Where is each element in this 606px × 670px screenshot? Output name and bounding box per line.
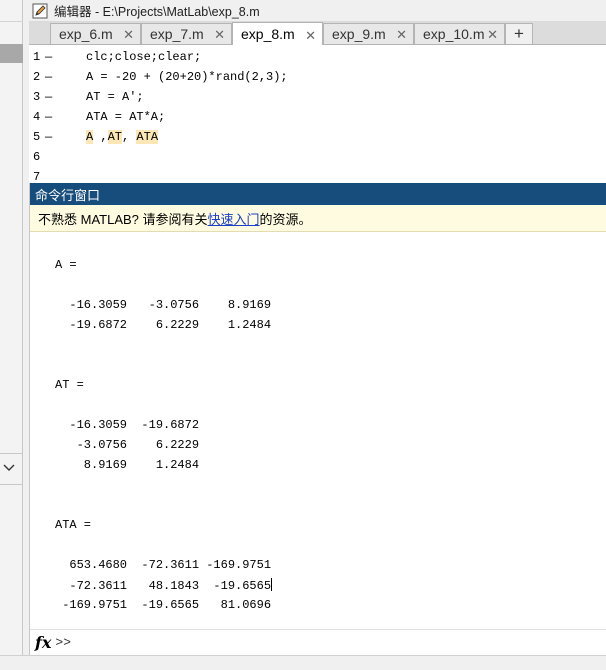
- text-cursor: [271, 578, 273, 591]
- code-line[interactable]: 4 — ATA = AT*A;: [29, 107, 606, 127]
- command-output[interactable]: A = -16.3059 -3.0756 8.9169 -19.6872 6.2…: [30, 233, 606, 628]
- code-text: ATA = AT*A;: [86, 110, 166, 124]
- code-text: A = -20 + (20+20)*rand(2,3);: [86, 70, 288, 84]
- tab-label: exp_9.m: [332, 26, 386, 42]
- code-line[interactable]: 2 — A = -20 + (20+20)*rand(2,3);: [29, 67, 606, 87]
- line-number: 3: [33, 90, 41, 104]
- close-icon[interactable]: ✕: [214, 28, 225, 41]
- tab-label: exp_7.m: [150, 26, 204, 42]
- code-line[interactable]: 7: [29, 167, 606, 182]
- tab-label: exp_6.m: [59, 26, 113, 42]
- prompt-symbol: >>: [55, 635, 72, 650]
- code-punctuation: ,: [122, 130, 137, 144]
- output-line: -16.3059 -19.6872: [55, 418, 200, 432]
- code-line[interactable]: 6: [29, 147, 606, 167]
- command-window-title: 命令行窗口: [30, 183, 606, 205]
- output-line: -3.0756 6.2229: [55, 438, 200, 452]
- output-line: -169.9751 -19.6565 81.0696: [55, 598, 272, 612]
- close-icon[interactable]: ✕: [123, 28, 134, 41]
- left-panel-strip: [0, 0, 23, 655]
- divider: [0, 453, 23, 454]
- getting-started-link[interactable]: 快速入门: [208, 209, 260, 228]
- notice-text: 的资源。: [259, 211, 312, 227]
- close-icon[interactable]: ✕: [487, 28, 498, 41]
- output-line: -16.3059 -3.0756 8.9169: [55, 298, 272, 312]
- code-line[interactable]: 5 — A ,AT, ATA: [29, 127, 606, 147]
- breakpoint-marker[interactable]: —: [45, 127, 52, 147]
- tab-exp-10[interactable]: exp_10.m ✕: [414, 23, 505, 44]
- line-number: 1: [33, 50, 41, 64]
- highlighted-variable: AT: [107, 130, 123, 144]
- tab-exp-7[interactable]: exp_7.m ✕: [141, 23, 232, 44]
- tab-exp-9[interactable]: exp_9.m ✕: [323, 23, 414, 44]
- code-text: clc;close;clear;: [86, 50, 202, 64]
- code-text: A ,AT, ATA: [86, 127, 159, 147]
- output-line: 8.9169 1.2484: [55, 458, 200, 472]
- selected-row[interactable]: [0, 44, 23, 63]
- line-number: 2: [33, 70, 41, 84]
- output-line: ATA =: [55, 518, 92, 532]
- output-line: -72.3611 48.1843 -19.6565: [55, 578, 273, 593]
- getting-started-notice: 不熟悉 MATLAB? 请参阅有关 快速入门 的资源。: [30, 205, 606, 232]
- output-line: -19.6872 6.2229 1.2484: [55, 318, 272, 332]
- line-number: 6: [33, 150, 41, 164]
- tab-exp-8[interactable]: exp_8.m ✕: [232, 22, 323, 45]
- editor-title: 编辑器 - E:\Projects\MatLab\exp_8.m: [54, 5, 260, 19]
- code-editor[interactable]: 1 — clc;close;clear; 2 — A = -20 + (20+2…: [29, 45, 606, 182]
- notice-text: 不熟悉 MATLAB? 请参阅有关: [38, 211, 208, 227]
- breakpoint-marker[interactable]: —: [45, 47, 52, 67]
- command-prompt[interactable]: fx >>: [30, 629, 606, 655]
- editor-tab-bar: exp_6.m ✕ exp_7.m ✕ exp_8.m ✕ exp_9.m ✕ …: [29, 22, 606, 45]
- command-window: 命令行窗口 不熟悉 MATLAB? 请参阅有关 快速入门 的资源。 A = -16.…: [29, 183, 606, 655]
- code-line[interactable]: 3 — AT = A';: [29, 87, 606, 107]
- highlighted-variable: ATA: [136, 130, 159, 144]
- output-line-text: -72.3611 48.1843 -19.6565: [55, 579, 272, 593]
- code-text: AT = A';: [86, 90, 144, 104]
- add-tab-button[interactable]: +: [505, 23, 533, 44]
- tab-label: exp_10.m: [423, 26, 485, 42]
- tab-label: exp_8.m: [241, 26, 295, 42]
- divider: [0, 484, 23, 485]
- code-punctuation: ,: [93, 130, 108, 144]
- output-line: A =: [55, 258, 77, 272]
- pencil-edit-icon: [32, 3, 48, 18]
- breakpoint-marker[interactable]: —: [45, 67, 52, 87]
- line-number: 5: [33, 130, 41, 144]
- function-browser-icon[interactable]: fx: [35, 633, 51, 652]
- close-icon[interactable]: ✕: [305, 29, 316, 42]
- line-number: 7: [33, 170, 41, 182]
- tab-exp-6[interactable]: exp_6.m ✕: [50, 23, 141, 44]
- chevron-down-icon[interactable]: [2, 461, 16, 475]
- editor-window: 编辑器 - E:\Projects\MatLab\exp_8.m exp_6.m…: [29, 0, 606, 183]
- breakpoint-marker[interactable]: —: [45, 107, 52, 127]
- line-number: 4: [33, 110, 41, 124]
- status-bar: [0, 655, 606, 670]
- output-line: 653.4680 -72.3611 -169.9751: [55, 558, 272, 572]
- code-line[interactable]: 1 — clc;close;clear;: [29, 47, 606, 67]
- breakpoint-marker[interactable]: —: [45, 87, 52, 107]
- output-line: AT =: [55, 378, 84, 392]
- close-icon[interactable]: ✕: [396, 28, 407, 41]
- divider: [0, 21, 23, 22]
- fx-label: fx: [35, 633, 52, 652]
- editor-titlebar: 编辑器 - E:\Projects\MatLab\exp_8.m: [29, 0, 606, 22]
